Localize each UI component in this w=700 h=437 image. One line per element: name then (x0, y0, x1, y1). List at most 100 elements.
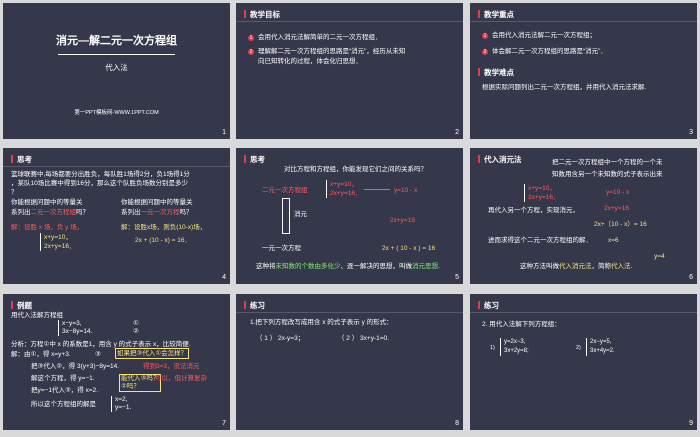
slide-thumbnail-1[interactable]: 消元—解二元一次方程组 代入法 第一PPT模板网-WWW.1PPT.COM 1 (3, 3, 230, 139)
callout-answer-1: 得到3=3，没法消元 (143, 363, 200, 370)
arrow-right-icon (364, 189, 390, 190)
problem-line-3: ？ (11, 189, 18, 196)
objective-2-cont: 向已知转化的过程，体会化归思想． (258, 58, 362, 65)
equation-1: x+y=10， (330, 181, 358, 188)
left-question-1: 你能根据问题中的等量关 (11, 199, 83, 206)
key-point-1: 1 会用代入消元法解二元一次方程组； (482, 31, 596, 40)
equation-1: 2x−y=5, (590, 339, 612, 345)
expression-y: y=10 - x (606, 189, 630, 196)
highlight-text: 消元思想 (412, 263, 438, 270)
header-divider (470, 312, 697, 313)
equation-system: x+y=10， 2x+y=16． (524, 184, 559, 202)
equation-2: 2x+y=16． (330, 190, 362, 197)
slide-header: 教学目标 (244, 9, 280, 20)
highlight-text: 代入消元法 (559, 263, 592, 270)
header-divider (470, 21, 697, 22)
solution-line-5: 所以这个方程组的解是 (31, 401, 96, 408)
callout-answer-2: 可以，但计算复杂 (155, 375, 207, 382)
system-label: 二元一次方程组 (262, 187, 308, 194)
slide-header: 思考 (244, 154, 265, 165)
equation-system: x−y=3, 3x−8y=14. (58, 320, 92, 336)
equation-marker-3: ③ (95, 351, 101, 358)
slide-thumbnail-5[interactable]: 思考 对比方程和方程组，你能发现它们之间的关系吗？ 二元一次方程组 x+y=10… (236, 148, 463, 284)
problem-line-2: ，某队10场比赛中得到16分，那么这个队胜负场数分别是多少 (11, 180, 188, 187)
slide-thumbnail-8[interactable]: 练习 1.把下列方程改写成用含 x 的式子表示 y 的形式： （ 1 ） 2x-… (236, 294, 463, 430)
slide-number: 4 (222, 274, 226, 281)
left-question-2: 系列出二元一次方程组吗？ (11, 208, 89, 217)
equation-2: 2x+y=16． (528, 194, 560, 201)
problem-line-1: 篮球联赛中,每场都要分出胜负，每队胜1场得2分，负1场得1分 (11, 171, 190, 178)
slide-number: 3 (689, 129, 693, 136)
slide-header: 练习 (478, 300, 499, 311)
example-prompt: 用代入法解方程组 (11, 312, 63, 319)
solution-line-2: 把③代入②，得 3(y+3)−8y=14. (31, 363, 120, 370)
callout-text: ②吗？ (121, 383, 140, 390)
solution-line-1: 解：由①，得 x=y+3. (11, 351, 71, 358)
equation-3: 2x+y=16 (604, 205, 629, 212)
text: 吗？ (76, 209, 89, 216)
title-divider (58, 54, 175, 55)
slide-number: 5 (455, 274, 459, 281)
text: 、逐一解决的思想，叫做 (340, 263, 413, 270)
header-divider (236, 312, 463, 313)
slide-title: 消元—解二元一次方程组 (56, 35, 177, 47)
slide-subtitle: 代入法 (105, 63, 128, 72)
exercise-2: （ 2 ） 3x+y-1=0. (338, 335, 389, 342)
equation-1: x+y=10， (44, 234, 72, 241)
text: 吗？ (179, 209, 193, 216)
slide-number: 1 (222, 129, 226, 136)
text: ，简称 (591, 263, 612, 270)
slide-thumbnail-3[interactable]: 教学重点 1 会用代入消元法解二元一次方程组； 2 体会解二元一次方程组的思路是“消… (470, 3, 697, 139)
objective-text: 理解解二元一次方程组的思路是“消元”，经历从未知 (258, 48, 406, 55)
slide-thumbnail-7[interactable]: 例题 用代入法解方程组 x−y=3, 3x−8y=14. ①② 分析：方程①中 x… (3, 294, 230, 430)
solution-x: x=6 (608, 237, 619, 244)
marker-1: ① (133, 320, 139, 327)
equation-1: y=2x−3, (504, 339, 526, 345)
exercise-prompt: 1.把下列方程改写成用含 x 的式子表示 y 的形式： (250, 319, 393, 326)
slide-header: 例题 (11, 300, 32, 311)
difficulty-text: 根据实际问题列出二元一次方程组，并用代入消元法求解. (482, 84, 647, 91)
equation-1: x+y=10， (528, 185, 556, 192)
slide-header: 教学重点 (478, 9, 514, 20)
slide-thumbnail-9[interactable]: 练习 2. 用代入法解下列方程组： 1) y=2x−3, 3x+2y=8; 2) … (470, 294, 697, 430)
highlight-text: 未知数的个数由多化少 (275, 263, 341, 270)
equation-2: 3x+4y=2. (590, 348, 615, 354)
callout-text: 能代入③吗？ (121, 375, 160, 382)
equation-system: x+y=10， 2x+y=16． (40, 233, 75, 251)
equation-system-1: y=2x−3, 3x+2y=8; (500, 338, 529, 356)
equation-2: 3x−8y=14. (62, 328, 93, 335)
slide-thumbnail-2[interactable]: 教学目标 1 会用代入消元法解简单的二元一次方程组． 2 理解解二元一次方程组的思路… (236, 3, 463, 139)
elimination-label: 消元 (294, 211, 307, 218)
final-solution: x=2, y=−1. (111, 396, 131, 412)
right-question-1: 你能根据问题中的等量关 (121, 199, 193, 206)
equation-3: 2x+y=16 (390, 217, 415, 224)
equation-2: 3x+2y=8; (504, 348, 529, 354)
slide-header: 练习 (244, 300, 265, 311)
slide-number: 8 (455, 420, 459, 427)
key-point-text: 会用代入消元法解二元一次方程组； (492, 32, 596, 39)
exercise-label-2: 2) (576, 345, 581, 351)
slide-thumbnail-4[interactable]: 思考 篮球联赛中,每场都要分出胜负，每队胜1场得2分，负1场得1分 ，某队10场… (3, 148, 230, 284)
text: 这种方法叫做 (520, 263, 559, 270)
exercise-prompt: 2. 用代入法解下列方程组： (482, 321, 561, 328)
slide-thumbnail-6[interactable]: 代入消元法 把二元一次方程组中一个方程的一个未 知数用含另一个未知数的式子表示出… (470, 148, 697, 284)
highlight-text: 二元一次方程组 (30, 209, 77, 216)
text: 系列出 (11, 209, 31, 216)
header-divider (236, 21, 463, 22)
substitute-step: 再代入另一个方程，实现消元， (488, 207, 579, 214)
bullet-number: 1 (248, 35, 254, 41)
equation-markers: ①② (133, 320, 139, 336)
substituted-equation: 2x+（10 - x）= 16 (594, 221, 647, 228)
equation-system: x+y=10， 2x+y=16． (326, 180, 361, 198)
slide-header: 思考 (11, 154, 32, 165)
right-question-2: 系列出一元一次方程吗？ (121, 208, 193, 217)
left-solution: 解：设胜 x 场，负 y 场， (11, 224, 84, 231)
equation-2: 2x+y=16． (44, 243, 76, 250)
text: . (438, 263, 440, 270)
solve-step: 进而求得这个二元一次方程组的解． (488, 237, 592, 244)
conclusion: 这种方法叫做代入消元法，简称代入法. (520, 262, 632, 271)
slide-number: 2 (455, 129, 459, 136)
highlight-text: 代入法 (611, 263, 631, 270)
callout-question-1: 如果把③代入①会怎样？ (115, 348, 190, 359)
linear-label: 一元一次方程 (262, 245, 301, 252)
